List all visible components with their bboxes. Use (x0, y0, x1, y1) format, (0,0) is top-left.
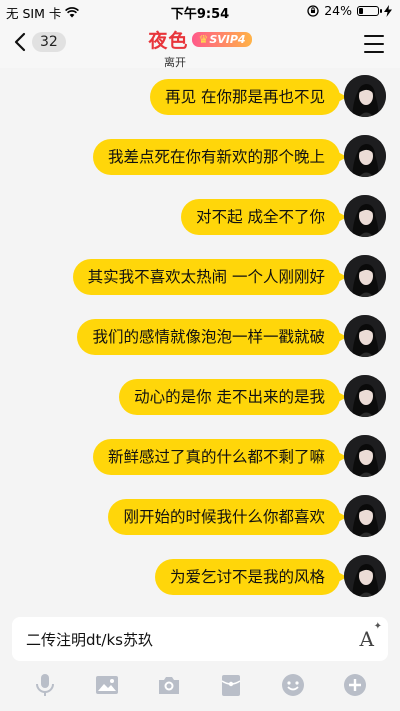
font-style-icon[interactable]: A ✦ (359, 621, 382, 651)
message-bubble[interactable]: 新鲜感过了真的什么都不剩了嘛 (92, 439, 348, 475)
chat-header: 32 夜色 ♛SVIP4 离开 (0, 22, 400, 70)
avatar[interactable] (344, 495, 386, 537)
svip-badge: ♛SVIP4 (192, 32, 252, 47)
red-packet-icon[interactable] (218, 672, 244, 698)
message-row: 新鲜感过了真的什么都不剩了嘛 (0, 432, 400, 482)
message-row: 动心的是你 走不出来的是我 (0, 372, 400, 422)
battery-icon (357, 5, 382, 16)
sparkle-icon: ✦ (373, 621, 382, 632)
avatar[interactable] (344, 75, 386, 117)
rotation-lock-icon (307, 4, 319, 17)
message-input[interactable]: 二传注明dt/ks苏玖 A ✦ (12, 617, 388, 661)
svip-label: SVIP4 (209, 33, 246, 46)
status-right: 24% (307, 3, 392, 18)
crown-icon: ♛ (198, 33, 209, 46)
avatar[interactable] (344, 555, 386, 597)
message-row: 刚开始的时候我什么你都喜欢 (0, 492, 400, 542)
avatar[interactable] (344, 435, 386, 477)
contact-name: 夜色 (148, 30, 189, 52)
message-row: 我差点死在你有新欢的那个晚上 (0, 132, 400, 182)
message-bubble[interactable]: 刚开始的时候我什么你都喜欢 (108, 499, 347, 535)
chat-title[interactable]: 夜色 ♛SVIP4 离开 (0, 26, 400, 70)
message-row: 为爱乞讨不是我的风格 (0, 552, 400, 602)
message-bubble[interactable]: 其实我不喜欢太热闹 一个人刚刚好 (72, 259, 348, 295)
charging-icon (384, 4, 392, 17)
message-row: 再见 在你那是再也不见 (0, 72, 400, 122)
message-row: 我们的感情就像泡泡一样一戳就破 (0, 312, 400, 362)
message-row: 其实我不喜欢太热闹 一个人刚刚好 (0, 252, 400, 302)
title-row: 夜色 ♛SVIP4 (148, 26, 252, 53)
microphone-icon[interactable] (32, 672, 58, 698)
menu-icon-line (364, 51, 384, 53)
emoji-icon[interactable] (280, 672, 306, 698)
message-row: 对不起 成全不了你 (0, 192, 400, 242)
message-bubble[interactable]: 动心的是你 走不出来的是我 (119, 379, 347, 415)
avatar[interactable] (344, 195, 386, 237)
avatar[interactable] (344, 375, 386, 417)
status-bar: 无 SIM 卡 下午9:54 24% (0, 0, 400, 22)
avatar[interactable] (344, 315, 386, 357)
message-bubble[interactable]: 为爱乞讨不是我的风格 (154, 559, 348, 595)
message-bubble[interactable]: 对不起 成全不了你 (181, 199, 347, 235)
menu-icon-line (364, 43, 384, 45)
input-toolbar (0, 668, 400, 711)
avatar[interactable] (344, 255, 386, 297)
message-bubble[interactable]: 再见 在你那是再也不见 (150, 79, 347, 115)
menu-icon-line (364, 35, 384, 37)
avatar[interactable] (344, 135, 386, 177)
battery-level (359, 7, 363, 14)
plus-icon[interactable] (342, 672, 368, 698)
menu-button[interactable] (364, 35, 384, 59)
message-bubble[interactable]: 我差点死在你有新欢的那个晚上 (92, 139, 348, 175)
message-bubble[interactable]: 我们的感情就像泡泡一样一戳就破 (77, 319, 347, 355)
camera-icon[interactable] (156, 672, 182, 698)
font-style-letter: A (359, 627, 374, 651)
image-icon[interactable] (94, 672, 120, 698)
battery-percent: 24% (324, 3, 352, 18)
message-list[interactable]: 再见 在你那是再也不见我差点死在你有新欢的那个晚上对不起 成全不了你其实我不喜欢… (0, 68, 400, 610)
message-input-text: 二传注明dt/ks苏玖 (26, 630, 153, 649)
